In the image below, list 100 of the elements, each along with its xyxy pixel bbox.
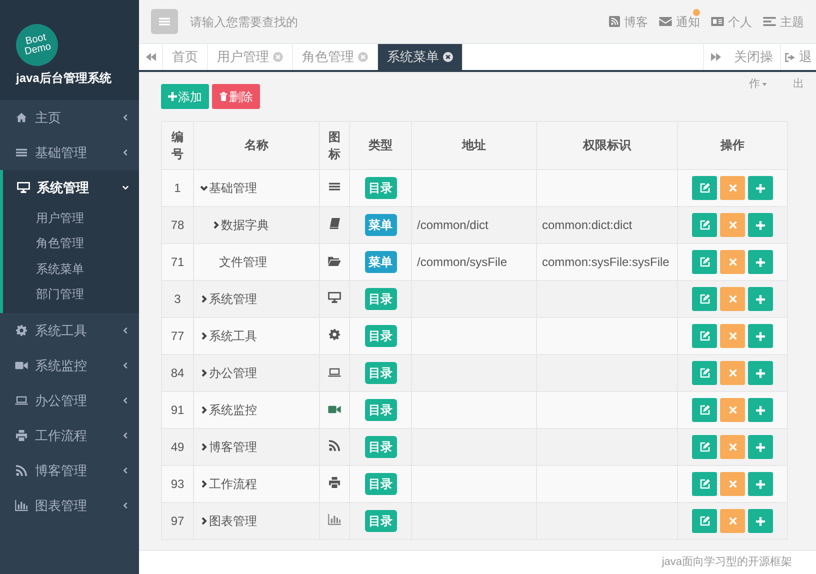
sidebar-item[interactable]: 系统管理 [3,170,139,205]
add-child-button[interactable] [748,472,773,496]
search-field[interactable]: 请输入您需要查找的 [190,12,320,30]
close-tabs-button[interactable]: 关闭操 [727,44,780,70]
column-menu-button[interactable]: 作 [749,76,767,92]
chevron-right-icon[interactable] [200,332,208,340]
header-link[interactable]: 主题 [763,12,804,30]
table-cell-text: 系统管理 [209,291,257,308]
list-icon [329,181,340,192]
sidebar-item[interactable]: 主页 [0,100,139,135]
header-link[interactable]: 博客 [609,12,648,30]
sign-out-icon [785,52,796,62]
chevron-right-icon[interactable] [212,221,220,229]
folder-icon [328,256,341,266]
add-child-button[interactable] [748,361,773,385]
add-child-button[interactable] [748,435,773,459]
edit-button[interactable] [692,324,717,348]
bar-chart-icon [328,514,341,525]
delete-button[interactable]: 删除 [212,84,260,109]
remove-button[interactable] [720,287,745,311]
close-icon[interactable] [443,52,453,62]
edit-button[interactable] [692,509,717,533]
sidebar-item[interactable]: 博客管理 [0,453,139,488]
gear-icon [15,325,28,336]
export-button[interactable]: 出 [793,76,804,92]
edit-button[interactable] [692,361,717,385]
column-header: 名称 [244,138,268,152]
envelope-icon [659,17,672,26]
edit-icon [700,405,710,415]
submenu-item[interactable]: 用户管理 [36,208,84,227]
sidebar-item[interactable]: 工作流程 [0,418,139,453]
bar-chart-icon [15,500,28,511]
sidebar-item[interactable]: 系统监控 [0,348,139,383]
table-cell-text: 系统工具 [209,328,257,345]
sidebar-item[interactable]: 系统工具 [0,313,139,348]
chevron-right-icon[interactable] [200,295,208,303]
app-title: java后台管理系统 [16,70,112,87]
remove-button[interactable] [720,398,745,422]
chevron-down-icon[interactable] [200,184,208,192]
edit-button[interactable] [692,472,717,496]
tab[interactable]: 首页 [163,44,208,70]
header-link[interactable]: 通知 [659,12,700,30]
menu-button[interactable] [151,9,178,34]
edit-icon [700,479,710,489]
menu-icon [159,16,170,27]
edit-icon [700,220,710,230]
edit-button[interactable] [692,213,717,237]
tab[interactable]: 用户管理 [208,44,293,70]
add-child-button[interactable] [748,287,773,311]
laptop-icon [15,396,28,405]
logout-button[interactable]: 退 [780,44,816,70]
chevron-right-icon[interactable] [200,443,208,451]
add-button[interactable]: 添加 [161,84,209,109]
close-icon [728,258,736,266]
id-card-icon [711,17,724,26]
sidebar-item[interactable]: 办公管理 [0,383,139,418]
tab[interactable]: 系统菜单 [378,44,463,70]
remove-button[interactable] [720,324,745,348]
chevron-left-icon [122,362,129,369]
edit-button[interactable] [692,398,717,422]
remove-button[interactable] [720,250,745,274]
edit-button[interactable] [692,250,717,274]
edit-button[interactable] [692,287,717,311]
chevron-right-icon[interactable] [200,480,208,488]
add-child-button[interactable] [748,250,773,274]
add-child-button[interactable] [748,398,773,422]
type-badge: 目录 [364,325,396,347]
submenu-item[interactable]: 系统菜单 [36,260,84,278]
add-child-button[interactable] [748,509,773,533]
chevron-left-icon [122,114,129,121]
chevron-right-icon[interactable] [200,406,208,414]
edit-icon [700,257,710,267]
table-cell-text: 系统监控 [209,402,257,419]
plus-icon [756,220,765,230]
add-child-button[interactable] [748,213,773,237]
trash-icon [219,92,228,101]
remove-button[interactable] [720,509,745,533]
table-cell-text: 基础管理 [209,180,257,197]
remove-button[interactable] [720,176,745,200]
remove-button[interactable] [720,361,745,385]
remove-button[interactable] [720,213,745,237]
column-header: 地址 [462,138,486,152]
table-cell: 93 [170,477,184,491]
sidebar-item[interactable]: 基础管理 [0,135,139,170]
submenu-item[interactable]: 部门管理 [36,285,84,304]
video-camera-icon [15,361,28,370]
add-child-button[interactable] [748,324,773,348]
edit-button[interactable] [692,176,717,200]
header-link[interactable]: 个人 [711,12,752,30]
remove-button[interactable] [720,435,745,459]
add-child-button[interactable] [748,176,773,200]
chevron-right-icon[interactable] [200,517,208,525]
table-cell: 77 [170,329,184,343]
edit-icon [700,442,710,452]
chevron-right-icon[interactable] [200,369,208,377]
sidebar-item[interactable]: 图表管理 [0,488,139,523]
remove-button[interactable] [720,472,745,496]
edit-button[interactable] [692,435,717,459]
chevron-left-icon [122,467,129,474]
submenu-item[interactable]: 角色管理 [36,234,84,252]
